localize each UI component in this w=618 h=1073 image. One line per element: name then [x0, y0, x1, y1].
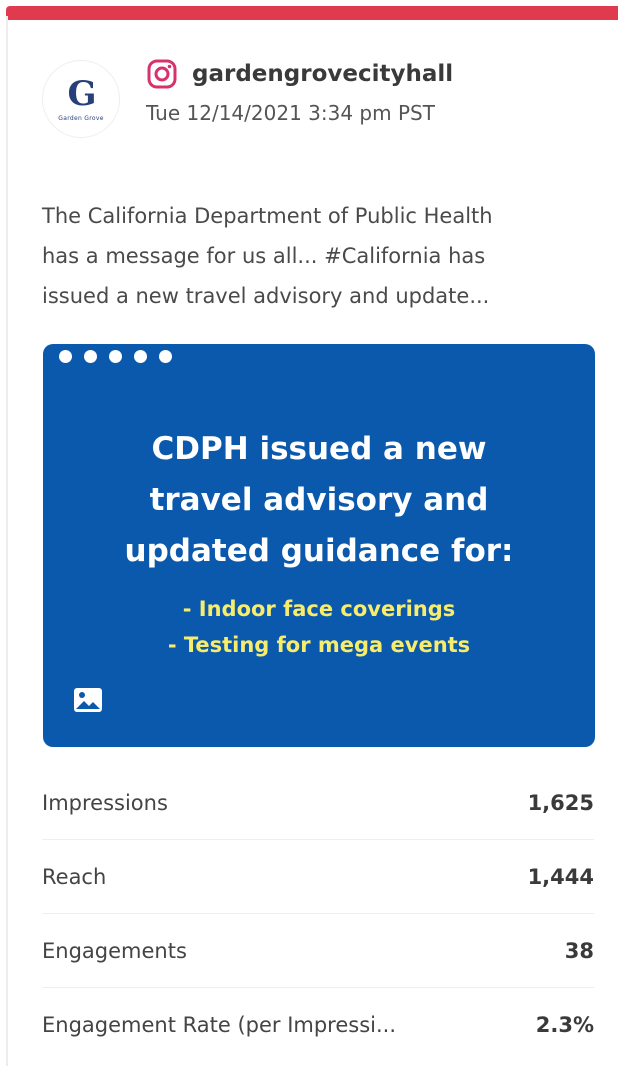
avatar-logo: G — [67, 73, 96, 114]
caption-line: issued a new travel advisory and update.… — [42, 284, 490, 308]
post-header: G Garden Grove gardengrovecityhall Tue 1… — [42, 56, 602, 138]
metric-label: Reach — [42, 864, 107, 889]
carousel-dot — [109, 350, 122, 363]
metric-label: Engagements — [42, 938, 187, 963]
caption-line: The California Department of Public Heal… — [42, 204, 493, 228]
carousel-dot — [84, 350, 97, 363]
metric-label: Engagement Rate (per Impressi... — [42, 1013, 397, 1037]
caption-line: has a message for us all... #California … — [42, 244, 486, 268]
post-caption: The California Department of Public Heal… — [42, 196, 602, 316]
metric-row-reach: Reach 1,444 — [42, 840, 594, 914]
carousel-dots — [59, 350, 172, 366]
metric-label: Impressions — [42, 790, 168, 815]
metric-row-engagements: Engagements 38 — [42, 914, 594, 988]
avatar-caption: Garden Grove — [58, 114, 104, 122]
metric-row-impressions: Impressions 1,625 — [42, 766, 594, 840]
post-card: G Garden Grove gardengrovecityhall Tue 1… — [0, 0, 618, 1073]
image-bullets: - Indoor face coverings - Testing for me… — [43, 591, 595, 663]
metric-value: 2.3% — [535, 1013, 594, 1037]
post-image[interactable]: CDPH issued a new travel advisory and up… — [43, 344, 595, 747]
metric-value: 1,444 — [527, 864, 594, 889]
image-headline-line: travel advisory and — [149, 482, 489, 518]
card-border — [6, 16, 8, 1066]
avatar[interactable]: G Garden Grove — [42, 60, 120, 138]
image-headline-line: CDPH issued a new — [151, 431, 487, 467]
photo-icon — [74, 688, 102, 712]
account-handle[interactable]: gardengrovecityhall — [192, 58, 453, 90]
carousel-dot — [159, 350, 172, 363]
image-headline-line: updated guidance for: — [124, 533, 514, 569]
image-bullet: - Testing for mega events — [167, 633, 471, 657]
image-headline: CDPH issued a new travel advisory and up… — [43, 424, 595, 577]
metric-value: 38 — [564, 938, 594, 963]
carousel-dot — [59, 350, 72, 363]
instagram-icon — [147, 59, 177, 89]
accent-bar — [6, 6, 618, 20]
metric-row-engagement-rate: Engagement Rate (per Impressi... 2.3% — [42, 988, 594, 1062]
metrics-list: Impressions 1,625 Reach 1,444 Engagement… — [42, 766, 594, 1062]
metric-value: 1,625 — [527, 790, 594, 815]
image-bullet: - Indoor face coverings — [182, 597, 456, 621]
carousel-dot — [134, 350, 147, 363]
post-timestamp: Tue 12/14/2021 3:34 pm PST — [146, 101, 435, 125]
